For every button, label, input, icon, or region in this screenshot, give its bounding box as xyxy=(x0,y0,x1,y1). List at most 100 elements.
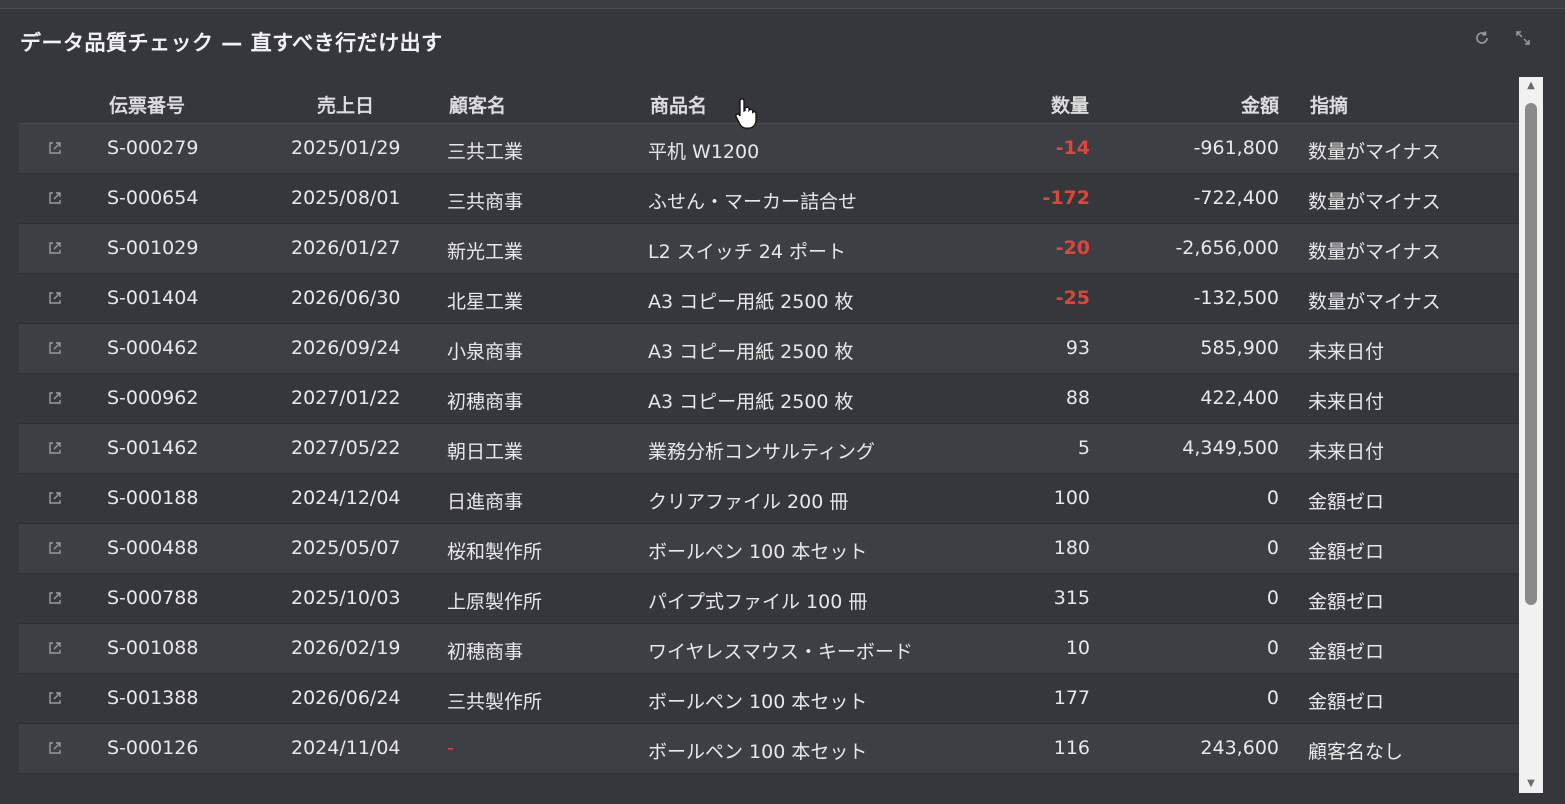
cell-amount: 0 xyxy=(1266,687,1279,709)
cell-note: 金額ゼロ xyxy=(1308,691,1385,713)
header-id[interactable]: 伝票番号 xyxy=(109,91,185,118)
cell-note: 金額ゼロ xyxy=(1308,491,1385,513)
table-body: S-000279 2025/01/29 三共工業 平机 W1200 -14 -961,80… xyxy=(19,124,1519,774)
header-customer[interactable]: 顧客名 xyxy=(449,91,506,118)
header-product[interactable]: 商品名 xyxy=(650,91,707,118)
cell-date: 2025/05/07 xyxy=(291,537,401,559)
scroll-down-arrow-icon[interactable]: ▼ xyxy=(1519,775,1543,793)
cell-note: 金額ゼロ xyxy=(1308,541,1385,563)
open-record-icon[interactable] xyxy=(47,290,63,306)
cell-amount: -722,400 xyxy=(1193,187,1279,209)
cell-qty: -172 xyxy=(1042,187,1090,209)
open-record-icon[interactable] xyxy=(47,640,63,656)
cell-qty: -20 xyxy=(1055,237,1090,259)
cell-qty: 93 xyxy=(1065,337,1090,359)
cell-product: ボールペン 100 本セット xyxy=(648,741,868,763)
table-header: 伝票番号 売上日 顧客名 商品名 数量 金額 指摘 xyxy=(19,79,1519,124)
table-row[interactable]: S-000279 2025/01/29 三共工業 平机 W1200 -14 -961,80… xyxy=(19,124,1519,174)
open-record-icon[interactable] xyxy=(47,340,63,356)
table-row[interactable]: S-001088 2026/02/19 初穂商事 ワイヤレスマウス・キーボード 10 0 金… xyxy=(19,624,1519,674)
cell-note: 未来日付 xyxy=(1308,341,1385,363)
cell-date: 2025/08/01 xyxy=(291,187,401,209)
open-record-icon[interactable] xyxy=(47,390,63,406)
scroll-up-arrow-icon[interactable]: ▲ xyxy=(1519,77,1543,95)
cell-date: 2027/05/22 xyxy=(291,437,401,459)
table-row[interactable]: S-001029 2026/01/27 新光工業 L2 スイッチ 24 ポート -20 -… xyxy=(19,224,1519,274)
cell-amount: -961,800 xyxy=(1193,137,1279,159)
table-row[interactable]: S-000488 2025/05/07 桜和製作所 ボールペン 100 本セット 180… xyxy=(19,524,1519,574)
cell-id: S-000654 xyxy=(107,187,199,209)
cell-qty: 116 xyxy=(1053,737,1090,759)
open-record-icon[interactable] xyxy=(47,740,63,756)
cell-customer: 桜和製作所 xyxy=(447,541,543,563)
cell-date: 2024/12/04 xyxy=(291,487,401,509)
cell-qty: 180 xyxy=(1053,537,1090,559)
table-row[interactable]: S-000654 2025/08/01 三共商事 ふせん・マーカー詰合せ -172 -72… xyxy=(19,174,1519,224)
cell-note: 数量がマイナス xyxy=(1308,141,1441,163)
cell-amount: 0 xyxy=(1266,487,1279,509)
table-row[interactable]: S-000788 2025/10/03 上原製作所 パイプ式ファイル 100 冊 315… xyxy=(19,574,1519,624)
cell-customer: - xyxy=(447,737,454,759)
open-record-icon[interactable] xyxy=(47,440,63,456)
cell-id: S-000279 xyxy=(107,137,199,159)
header-amount[interactable]: 金額 xyxy=(1241,91,1279,118)
open-record-icon[interactable] xyxy=(47,140,63,156)
cell-amount: 0 xyxy=(1266,637,1279,659)
open-record-icon[interactable] xyxy=(47,240,63,256)
cell-customer: 初穂商事 xyxy=(447,391,524,413)
results-table: 伝票番号 売上日 顧客名 商品名 数量 金額 指摘 S-000279 2025/0… xyxy=(19,79,1519,774)
table-row[interactable]: S-000188 2024/12/04 日進商事 クリアファイル 200 冊 100 0 金… xyxy=(19,474,1519,524)
cell-amount: 243,600 xyxy=(1200,737,1279,759)
cell-product: L2 スイッチ 24 ポート xyxy=(648,241,846,263)
cell-id: S-001388 xyxy=(107,687,199,709)
cell-product: A3 コピー用紙 2500 枚 xyxy=(648,291,854,313)
table-row[interactable]: S-000462 2026/09/24 小泉商事 A3 コピー用紙 2500 枚 93 5… xyxy=(19,324,1519,374)
table-row[interactable]: S-000126 2024/11/04 - ボールペン 100 本セット 116 243,… xyxy=(19,724,1519,774)
table-row[interactable]: S-001388 2026/06/24 三共製作所 ボールペン 100 本セット 177… xyxy=(19,674,1519,724)
cell-date: 2024/11/04 xyxy=(291,737,401,759)
vertical-scrollbar[interactable]: ▲ ▼ xyxy=(1519,77,1543,793)
cell-date: 2025/01/29 xyxy=(291,137,401,159)
cell-customer: 三共工業 xyxy=(447,141,524,163)
expand-icon-svg xyxy=(1516,31,1530,45)
cell-amount: -132,500 xyxy=(1193,287,1279,309)
cell-amount: 422,400 xyxy=(1200,387,1279,409)
refresh-icon[interactable] xyxy=(1471,29,1493,51)
cell-id: S-000488 xyxy=(107,537,199,559)
cell-note: 顧客名なし xyxy=(1308,741,1404,763)
cell-customer: 初穂商事 xyxy=(447,641,524,663)
cell-id: S-000462 xyxy=(107,337,199,359)
cell-product: 平机 W1200 xyxy=(648,141,760,163)
cell-id: S-001029 xyxy=(107,237,199,259)
open-record-icon[interactable] xyxy=(47,190,63,206)
open-record-icon[interactable] xyxy=(47,690,63,706)
cell-date: 2025/10/03 xyxy=(291,587,401,609)
expand-icon[interactable] xyxy=(1512,29,1534,51)
header-date[interactable]: 売上日 xyxy=(317,91,374,118)
cell-product: ボールペン 100 本セット xyxy=(648,691,868,713)
table-row[interactable]: S-000962 2027/01/22 初穂商事 A3 コピー用紙 2500 枚 88 4… xyxy=(19,374,1519,424)
cell-date: 2027/01/22 xyxy=(291,387,401,409)
refresh-icon-svg xyxy=(1476,31,1488,44)
table-row[interactable]: S-001462 2027/05/22 朝日工業 業務分析コンサルティング 5 4,349… xyxy=(19,424,1519,474)
dialog-title: データ品質チェック — 直すべき行だけ出す xyxy=(20,31,443,55)
cell-date: 2026/01/27 xyxy=(291,237,401,259)
cell-product: クリアファイル 200 冊 xyxy=(648,491,849,513)
open-record-icon[interactable] xyxy=(47,590,63,606)
cell-qty: 10 xyxy=(1065,637,1090,659)
cell-id: S-000126 xyxy=(107,737,199,759)
cell-date: 2026/02/19 xyxy=(291,637,401,659)
table-row[interactable]: S-001404 2026/06/30 北星工業 A3 コピー用紙 2500 枚 -25… xyxy=(19,274,1519,324)
open-record-icon[interactable] xyxy=(47,490,63,506)
open-record-icon[interactable] xyxy=(47,540,63,556)
header-note[interactable]: 指摘 xyxy=(1310,91,1348,118)
scroll-thumb[interactable] xyxy=(1525,103,1537,605)
cell-product: 業務分析コンサルティング xyxy=(648,441,875,463)
cell-id: S-001404 xyxy=(107,287,199,309)
cell-product: パイプ式ファイル 100 冊 xyxy=(648,591,868,613)
header-qty[interactable]: 数量 xyxy=(1051,91,1089,118)
cell-qty: 315 xyxy=(1053,587,1090,609)
cell-customer: 三共商事 xyxy=(447,191,524,213)
cell-id: S-000788 xyxy=(107,587,199,609)
cell-amount: 4,349,500 xyxy=(1182,437,1279,459)
